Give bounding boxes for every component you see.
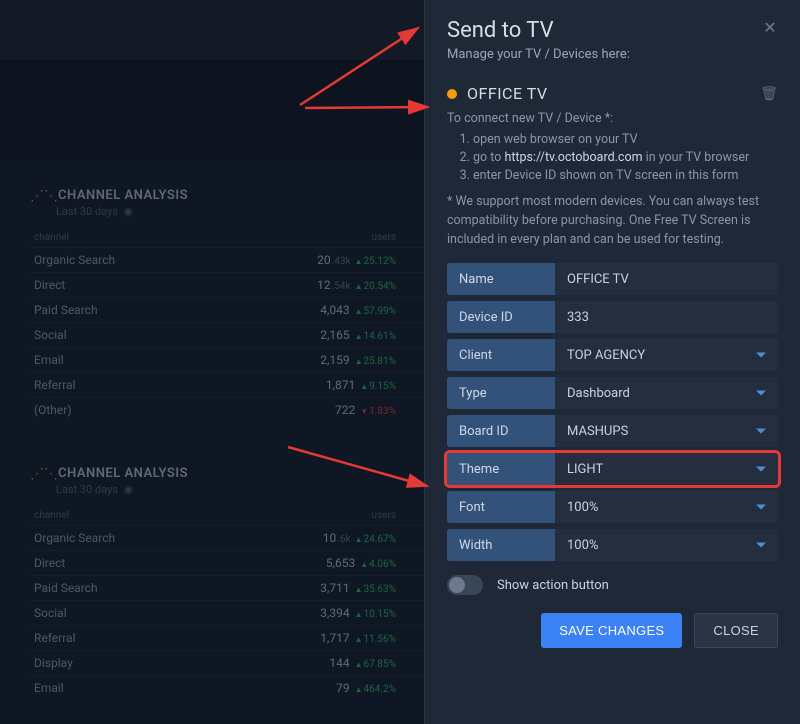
device-name: OFFICE TV xyxy=(467,84,760,103)
instructions-block: To connect new TV / Device *: open web b… xyxy=(447,111,778,183)
close-icon[interactable]: ✕ xyxy=(760,18,780,38)
send-to-tv-modal: ✕ Send to TV Manage your TV / Devices he… xyxy=(424,0,800,724)
action-button-toggle[interactable] xyxy=(447,575,483,595)
width-field-row: Width 100% xyxy=(447,529,778,561)
instruction-step-2: go to https://tv.octoboard.com in your T… xyxy=(473,150,778,165)
boardid-select[interactable]: MASHUPS xyxy=(555,415,778,447)
theme-select[interactable]: LIGHT xyxy=(555,453,778,485)
client-select[interactable]: TOP AGENCY xyxy=(555,339,778,371)
close-button[interactable]: CLOSE xyxy=(694,613,778,648)
boardid-field-row: Board ID MASHUPS xyxy=(447,415,778,447)
name-label: Name xyxy=(447,263,555,295)
trash-icon[interactable]: 🗑 xyxy=(760,86,778,102)
width-select[interactable]: 100% xyxy=(555,529,778,561)
modal-subtitle: Manage your TV / Devices here: xyxy=(447,47,778,62)
device-row: OFFICE TV 🗑 xyxy=(447,84,778,103)
toggle-label: Show action button xyxy=(497,578,609,593)
support-note: * We support most modern devices. You ca… xyxy=(447,193,778,249)
theme-label: Theme xyxy=(447,453,555,485)
type-field-row: Type Dashboard xyxy=(447,377,778,409)
width-label: Width xyxy=(447,529,555,561)
type-select[interactable]: Dashboard xyxy=(555,377,778,409)
client-label: Client xyxy=(447,339,555,371)
deviceid-input[interactable] xyxy=(555,301,778,333)
client-field-row: Client TOP AGENCY xyxy=(447,339,778,371)
theme-field-row: Theme LIGHT xyxy=(447,453,778,485)
name-input[interactable] xyxy=(555,263,778,295)
instruction-step-3: enter Device ID shown on TV screen in th… xyxy=(473,168,778,183)
name-field-row: Name xyxy=(447,263,778,295)
instructions-url: https://tv.octoboard.com xyxy=(504,150,642,165)
toggle-row: Show action button xyxy=(447,575,778,595)
status-dot-icon xyxy=(447,89,457,99)
deviceid-field-row: Device ID xyxy=(447,301,778,333)
deviceid-label: Device ID xyxy=(447,301,555,333)
instruction-step-1: open web browser on your TV xyxy=(473,132,778,147)
save-button[interactable]: SAVE CHANGES xyxy=(541,613,682,648)
type-label: Type xyxy=(447,377,555,409)
modal-title: Send to TV xyxy=(447,18,778,43)
instructions-lead: To connect new TV / Device *: xyxy=(447,111,613,126)
boardid-label: Board ID xyxy=(447,415,555,447)
font-label: Font xyxy=(447,491,555,523)
font-select[interactable]: 100% xyxy=(555,491,778,523)
font-field-row: Font 100% xyxy=(447,491,778,523)
